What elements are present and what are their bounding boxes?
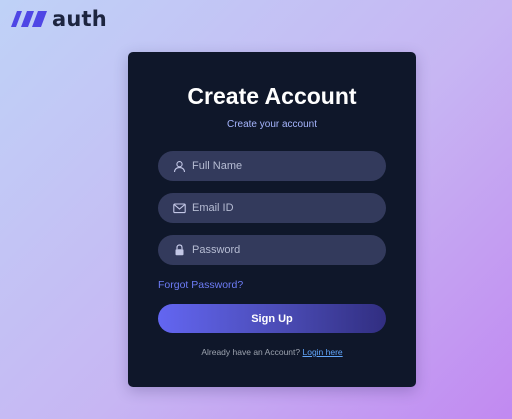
signup-card: Create Account Create your account Full … — [128, 52, 416, 387]
login-prompt-text: Already have an Account? — [201, 347, 301, 357]
user-icon — [172, 159, 186, 173]
login-link[interactable]: Login here — [302, 347, 342, 357]
mail-icon — [172, 201, 186, 215]
password-field[interactable] — [158, 235, 386, 265]
full-name-input[interactable] — [192, 160, 372, 172]
full-name-field[interactable] — [158, 151, 386, 181]
lock-icon — [172, 243, 186, 257]
slash-stripes-logo-icon — [11, 11, 47, 27]
sign-up-button[interactable]: Sign Up — [158, 304, 386, 333]
page-subtitle: Create your account — [226, 119, 318, 130]
password-input[interactable] — [192, 244, 372, 256]
brand-logo[interactable]: auth — [10, 8, 107, 30]
brand-name: auth — [52, 7, 107, 31]
forgot-password-link[interactable]: Forgot Password? — [158, 279, 243, 291]
email-input[interactable] — [192, 202, 372, 214]
sign-up-button-label: Sign Up — [251, 312, 293, 325]
login-prompt: Already have an Account? Login here — [128, 347, 416, 358]
email-field[interactable] — [158, 193, 386, 223]
page-title: Create Account — [187, 83, 357, 109]
